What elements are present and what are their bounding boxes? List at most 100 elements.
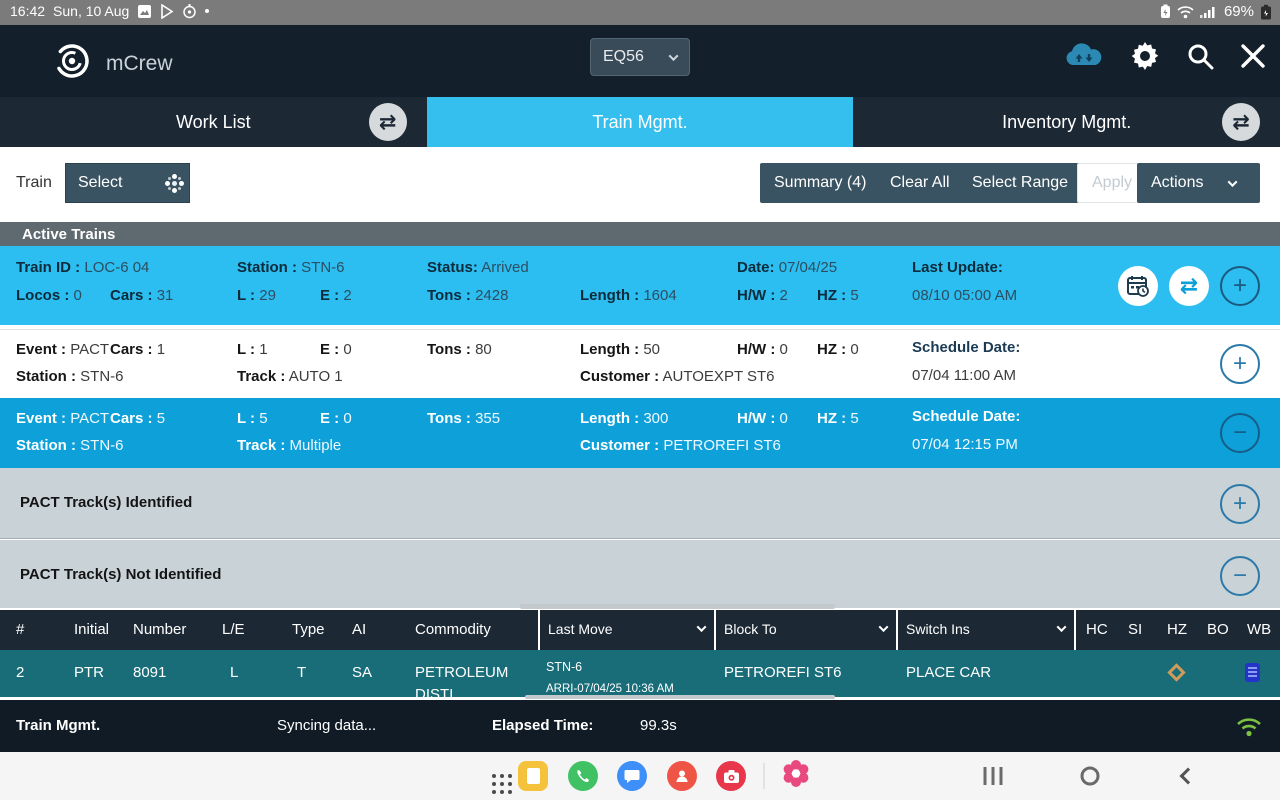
station-field: Station : STN-6 xyxy=(237,259,345,276)
android-status-bar: 16:42 Sun, 10 Aug 69% xyxy=(0,0,1280,25)
empty-field: E : 0 xyxy=(320,410,352,427)
event-expand-button[interactable]: + xyxy=(1220,344,1260,384)
event-field: Event : PACT xyxy=(16,341,109,358)
length-field: Length : 300 xyxy=(580,410,668,427)
camera-app-icon[interactable] xyxy=(716,761,746,791)
home-button[interactable] xyxy=(1081,767,1100,786)
contacts-app-icon[interactable] xyxy=(667,761,697,791)
status-field: Status: Arrived xyxy=(427,259,529,276)
calendar-clock-icon xyxy=(1126,274,1150,298)
length-field: Length : 50 xyxy=(580,341,660,358)
locos-field: Locos : 0 xyxy=(16,287,82,304)
train-select-value: Select xyxy=(78,174,122,192)
pact-identified-section[interactable]: PACT Track(s) Identified + xyxy=(0,468,1280,539)
chevron-down-icon[interactable] xyxy=(1057,622,1067,632)
mcrew-logo-icon xyxy=(52,41,92,86)
tab-work-list-label: Work List xyxy=(176,112,251,133)
clear-all-button[interactable]: Clear All xyxy=(876,163,964,203)
tab-train-mgmt[interactable]: Train Mgmt. xyxy=(427,97,854,147)
event-row-collapsed[interactable]: Event : PACT Cars : 1 L : 1 E : 0 Tons :… xyxy=(0,329,1280,398)
car-last-move-time: ARRI-07/04/25 10:36 AM xyxy=(546,683,674,695)
cars-field: Cars : 5 xyxy=(110,410,165,427)
tab-inventory-mgmt[interactable]: Inventory Mgmt. ⇄ xyxy=(853,97,1280,147)
hw-field: H/W : 0 xyxy=(737,410,788,427)
app-header: mCrew EQ56 xyxy=(0,25,1280,97)
col-block-to-dropdown[interactable]: Block To xyxy=(724,621,777,637)
elapsed-time-label: Elapsed Time: xyxy=(492,717,593,734)
train-summary-row[interactable]: Train ID : LOC-6 04 Station : STN-6 Stat… xyxy=(0,246,1280,327)
date-field: Date: 07/04/25 xyxy=(737,259,837,276)
event-collapse-button[interactable]: − xyxy=(1220,413,1260,453)
close-icon[interactable] xyxy=(1240,43,1266,74)
cloud-sync-icon[interactable] xyxy=(1064,41,1104,76)
gallery-app-icon[interactable] xyxy=(781,759,811,794)
empty-field: E : 2 xyxy=(320,287,352,304)
horizontal-scrollbar[interactable] xyxy=(520,604,835,609)
schedule-date-label: Schedule Date: xyxy=(912,408,1020,425)
chevron-down-icon[interactable] xyxy=(697,622,707,632)
car-table-row[interactable]: 2 PTR 8091 L T SA PETROLEUM DISTI STN-6 … xyxy=(0,650,1280,697)
customer-field: Customer : AUTOEXPT ST6 xyxy=(580,368,775,385)
equipment-selector-dropdown[interactable]: EQ56 xyxy=(590,38,690,76)
tons-field: Tons : 80 xyxy=(427,341,492,358)
hazmat-diamond-icon xyxy=(1167,663,1185,681)
col-hz: HZ xyxy=(1167,621,1187,638)
train-label: Train xyxy=(16,174,52,192)
select-range-button[interactable]: Select Range xyxy=(958,163,1082,203)
car-type: T xyxy=(297,664,306,681)
col-last-move-dropdown[interactable]: Last Move xyxy=(548,621,613,637)
tab-work-list[interactable]: Work List ⇄ xyxy=(0,97,427,147)
notes-app-icon[interactable] xyxy=(518,761,548,791)
col-ai: AI xyxy=(352,621,366,638)
hz-field: HZ : 5 xyxy=(817,410,859,427)
summary-button[interactable]: Summary (4) xyxy=(760,163,880,203)
col-si: SI xyxy=(1128,621,1142,638)
col-switch-ins-dropdown[interactable]: Switch Ins xyxy=(906,621,970,637)
train-swap-button[interactable]: ⇄ xyxy=(1169,266,1209,306)
search-icon[interactable] xyxy=(1186,42,1214,75)
horizontal-scrollbar[interactable] xyxy=(525,695,835,699)
track-field: Track : AUTO 1 xyxy=(237,368,343,385)
app-drawer-icon[interactable] xyxy=(492,774,496,778)
android-nav-bar xyxy=(0,752,1280,800)
track-field: Track : Multiple xyxy=(237,437,341,454)
pact-not-identified-collapse-button[interactable]: − xyxy=(1220,556,1260,596)
loaded-field: L : 29 xyxy=(237,287,276,304)
col-wb: WB xyxy=(1247,621,1271,638)
car-le: L xyxy=(230,664,238,681)
phone-app-icon[interactable] xyxy=(568,761,598,791)
swap-arrows-icon[interactable]: ⇄ xyxy=(369,103,407,141)
column-divider xyxy=(896,610,898,650)
loaded-field: L : 5 xyxy=(237,410,268,427)
train-expand-button[interactable]: + xyxy=(1220,266,1260,306)
waybill-document-icon[interactable] xyxy=(1245,663,1260,682)
connection-wifi-icon xyxy=(1236,717,1262,741)
tab-bar: Work List ⇄ Train Mgmt. Inventory Mgmt. … xyxy=(0,97,1280,147)
swap-arrows-icon[interactable]: ⇄ xyxy=(1222,103,1260,141)
hw-field: H/W : 2 xyxy=(737,287,788,304)
active-trains-title: Active Trains xyxy=(22,226,115,243)
pact-identified-expand-button[interactable]: + xyxy=(1220,484,1260,524)
chevron-down-icon xyxy=(669,51,679,61)
pact-not-identified-section[interactable]: PACT Track(s) Not Identified − xyxy=(0,540,1280,608)
signal-icon xyxy=(1200,5,1218,19)
recents-button[interactable] xyxy=(984,767,1003,785)
station-field: Station : STN-6 xyxy=(16,368,124,385)
footer-screen-name: Train Mgmt. xyxy=(16,717,100,734)
event-row-expanded[interactable]: Event : PACT Cars : 5 L : 5 E : 0 Tons :… xyxy=(0,398,1280,468)
app-footer: Train Mgmt. Syncing data... Elapsed Time… xyxy=(0,700,1280,752)
schedule-date-value: 07/04 12:15 PM xyxy=(912,436,1018,453)
train-select-dropdown[interactable]: Select xyxy=(65,163,190,203)
schedule-calendar-button[interactable] xyxy=(1118,266,1158,306)
chevron-down-icon[interactable] xyxy=(879,622,889,632)
station-field: Station : STN-6 xyxy=(16,437,124,454)
back-button[interactable] xyxy=(1182,770,1194,782)
car-commodity-line2: DISTI xyxy=(415,686,453,697)
hw-field: H/W : 0 xyxy=(737,341,788,358)
tab-train-mgmt-label: Train Mgmt. xyxy=(592,112,687,133)
actions-label: Actions xyxy=(1151,174,1203,192)
messages-app-icon[interactable] xyxy=(617,761,647,791)
actions-dropdown[interactable]: Actions xyxy=(1137,163,1260,203)
settings-gear-icon[interactable] xyxy=(1130,41,1160,76)
battery-icon xyxy=(1260,4,1272,20)
